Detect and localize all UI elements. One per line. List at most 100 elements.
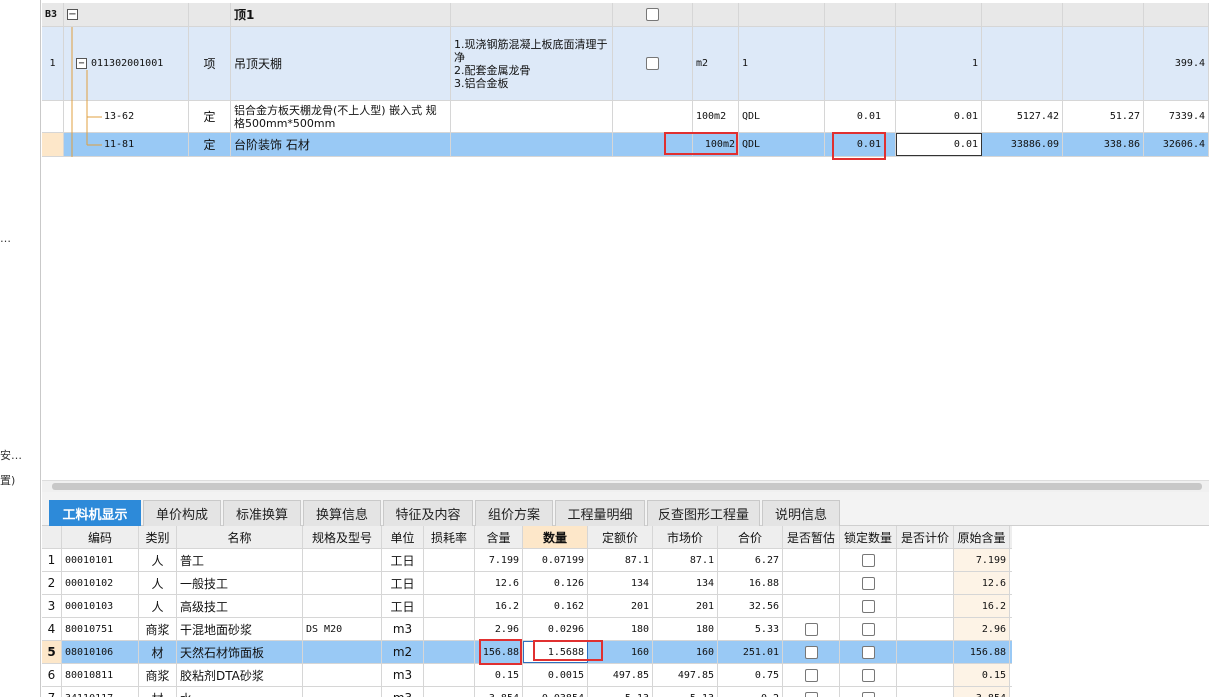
no-cell: 4 bbox=[42, 618, 62, 640]
price2-cell: 338.86 bbox=[1063, 133, 1144, 156]
checkbox[interactable] bbox=[861, 645, 875, 659]
dprice-cell: 201 bbox=[588, 595, 653, 617]
expr-cell: QDL bbox=[739, 101, 825, 132]
est-cell bbox=[783, 641, 840, 663]
loss-cell bbox=[424, 687, 475, 697]
tab-labor-material[interactable]: 工料机显示 bbox=[49, 500, 141, 526]
qty2-cell: 0.01 bbox=[896, 101, 982, 132]
qty-cell: 0.03854 bbox=[523, 687, 588, 697]
table-row[interactable]: 1 00010101 人普工 工日 7.199 0.07199 87.1 87.1 6.27 7.… bbox=[42, 549, 1012, 572]
checkbox[interactable] bbox=[804, 645, 818, 659]
amt-cell: 7.199 bbox=[475, 549, 523, 571]
table-row[interactable]: 3 00010103 人高级技工 工日 16.2 0.162 201 201 32.56 16.2 bbox=[42, 595, 1012, 618]
loss-cell bbox=[424, 618, 475, 640]
orig-cell: 3.854 bbox=[954, 687, 1010, 697]
code-cell: 80010811 bbox=[62, 664, 139, 686]
tab-pricing-plan[interactable]: 组价方案 bbox=[475, 500, 553, 526]
loss-cell bbox=[424, 595, 475, 617]
est-cell bbox=[783, 664, 840, 686]
table-row[interactable]: 6 80010811 商浆 胶粘剂DTA砂浆 m3 0.15 0.0015 497.85 497… bbox=[42, 664, 1012, 687]
qty-input[interactable]: 1.5688 bbox=[523, 641, 588, 663]
no-cell: 1 bbox=[42, 549, 62, 571]
table-row[interactable]: 13-62 定 铝合金方板天棚龙骨(不上人型) 嵌入式 规格500mm*500m… bbox=[42, 101, 1209, 133]
calc-cell bbox=[897, 595, 954, 617]
checkbox[interactable] bbox=[861, 599, 875, 613]
qty-cell bbox=[825, 27, 896, 100]
table-row[interactable]: 734110117材水m33.8540.038545.135.130.23.85… bbox=[42, 687, 1012, 697]
table-row[interactable]: 2 00010102 人一般技工 工日 12.6 0.126 134 134 16.88 12.6 bbox=[42, 572, 1012, 595]
budget-item-grid: B3 − 顶1 1 −011302001001 项 吊顶天棚 1.现浇钢筋混凝上… bbox=[42, 0, 1209, 480]
total-cell: 0.75 bbox=[718, 664, 783, 686]
qty2-cell bbox=[896, 3, 982, 26]
table-row[interactable]: 4 80010751 商浆 干混地面砂浆 DS M20 m3 2.96 0.0296 180 18… bbox=[42, 618, 1012, 641]
checkbox[interactable] bbox=[861, 622, 875, 636]
total-cell bbox=[1144, 3, 1209, 26]
name-cell: 台阶装饰 石材 bbox=[231, 133, 451, 156]
tab-quantity-detail[interactable]: 工程量明细 bbox=[555, 500, 645, 526]
table-row[interactable]: 5 08010106 材天然石材饰面板 m2 156.88 1.5688 160 160 251… bbox=[42, 641, 1012, 664]
qty-cell: 0.01 bbox=[825, 133, 896, 156]
checkbox[interactable] bbox=[861, 691, 875, 697]
cat-cell: 人 bbox=[139, 595, 177, 617]
table-row[interactable]: B3 − 顶1 bbox=[42, 3, 1209, 27]
mprice-cell: 180 bbox=[653, 618, 718, 640]
name-cell: 普工 bbox=[177, 549, 303, 571]
dprice-cell: 134 bbox=[588, 572, 653, 594]
est-cell bbox=[783, 687, 840, 697]
calc-cell bbox=[897, 618, 954, 640]
price2-cell: 51.27 bbox=[1063, 101, 1144, 132]
tab-reverse-graphic[interactable]: 反查图形工程量 bbox=[647, 500, 760, 526]
detail-tab-bar: 工料机显示 单价构成 标准换算 换算信息 特征及内容 组价方案 工程量明细 反查… bbox=[42, 492, 1209, 526]
unit-cell: 工日 bbox=[382, 549, 424, 571]
total-cell: 399.4 bbox=[1144, 27, 1209, 100]
left-panel: … 安… 置) bbox=[0, 0, 41, 697]
checkbox[interactable] bbox=[861, 668, 875, 682]
checkbox-cell bbox=[613, 3, 693, 26]
name-cell: 吊顶天棚 bbox=[231, 27, 451, 100]
column-header: 定额价 bbox=[588, 526, 653, 548]
tab-unit-price[interactable]: 单价构成 bbox=[143, 500, 221, 526]
name-cell: 铝合金方板天棚龙骨(不上人型) 嵌入式 规格500mm*500mm bbox=[231, 101, 451, 132]
column-header: 合价 bbox=[718, 526, 783, 548]
checkbox[interactable] bbox=[861, 576, 875, 590]
checkbox[interactable] bbox=[804, 622, 818, 636]
column-header: 是否暂估 bbox=[783, 526, 840, 548]
mprice-cell: 134 bbox=[653, 572, 718, 594]
calc-cell bbox=[897, 664, 954, 686]
cat-cell: 商浆 bbox=[139, 664, 177, 686]
horizontal-scrollbar[interactable] bbox=[42, 480, 1209, 492]
dprice-cell: 180 bbox=[588, 618, 653, 640]
table-row[interactable]: 1 −011302001001 项 吊顶天棚 1.现浇钢筋混凝上板底面清理于净 … bbox=[42, 27, 1209, 101]
tab-description[interactable]: 说明信息 bbox=[762, 500, 840, 526]
checkbox[interactable] bbox=[646, 57, 659, 70]
tab-standard-conversion[interactable]: 标准换算 bbox=[223, 500, 301, 526]
checkbox[interactable] bbox=[646, 8, 659, 21]
loss-cell bbox=[424, 641, 475, 663]
checkbox[interactable] bbox=[804, 668, 818, 682]
amt-cell: 0.15 bbox=[475, 664, 523, 686]
checkbox[interactable] bbox=[861, 553, 875, 567]
type-cell: 项 bbox=[189, 27, 231, 100]
unit-cell: m3 bbox=[382, 687, 424, 697]
spec-cell bbox=[303, 572, 382, 594]
tab-conversion-info[interactable]: 换算信息 bbox=[303, 500, 381, 526]
checkbox[interactable] bbox=[804, 691, 818, 697]
name-cell: 水 bbox=[177, 687, 303, 697]
orig-cell: 16.2 bbox=[954, 595, 1010, 617]
table-row-selected[interactable]: 11-81 定 台阶装饰 石材 100m2 QDL 0.01 0.01 3388… bbox=[42, 133, 1209, 157]
desc-cell: 1.现浇钢筋混凝上板底面清理于净 2.配套金属龙骨 3.铝合金板 bbox=[451, 27, 613, 100]
price-cell bbox=[982, 27, 1063, 100]
est-cell bbox=[783, 572, 840, 594]
spec-cell bbox=[303, 664, 382, 686]
mprice-cell: 201 bbox=[653, 595, 718, 617]
code-cell: 80010751 bbox=[62, 618, 139, 640]
unit-cell: m3 bbox=[382, 618, 424, 640]
cat-cell: 人 bbox=[139, 572, 177, 594]
tab-features[interactable]: 特征及内容 bbox=[383, 500, 473, 526]
desc-cell bbox=[451, 3, 613, 26]
total-cell: 7339.4 bbox=[1144, 101, 1209, 132]
amt-cell: 156.88 bbox=[475, 641, 523, 663]
qty2-input[interactable]: 0.01 bbox=[896, 133, 982, 156]
column-header: 损耗率 bbox=[424, 526, 475, 548]
scrollbar-thumb[interactable] bbox=[52, 483, 1202, 490]
